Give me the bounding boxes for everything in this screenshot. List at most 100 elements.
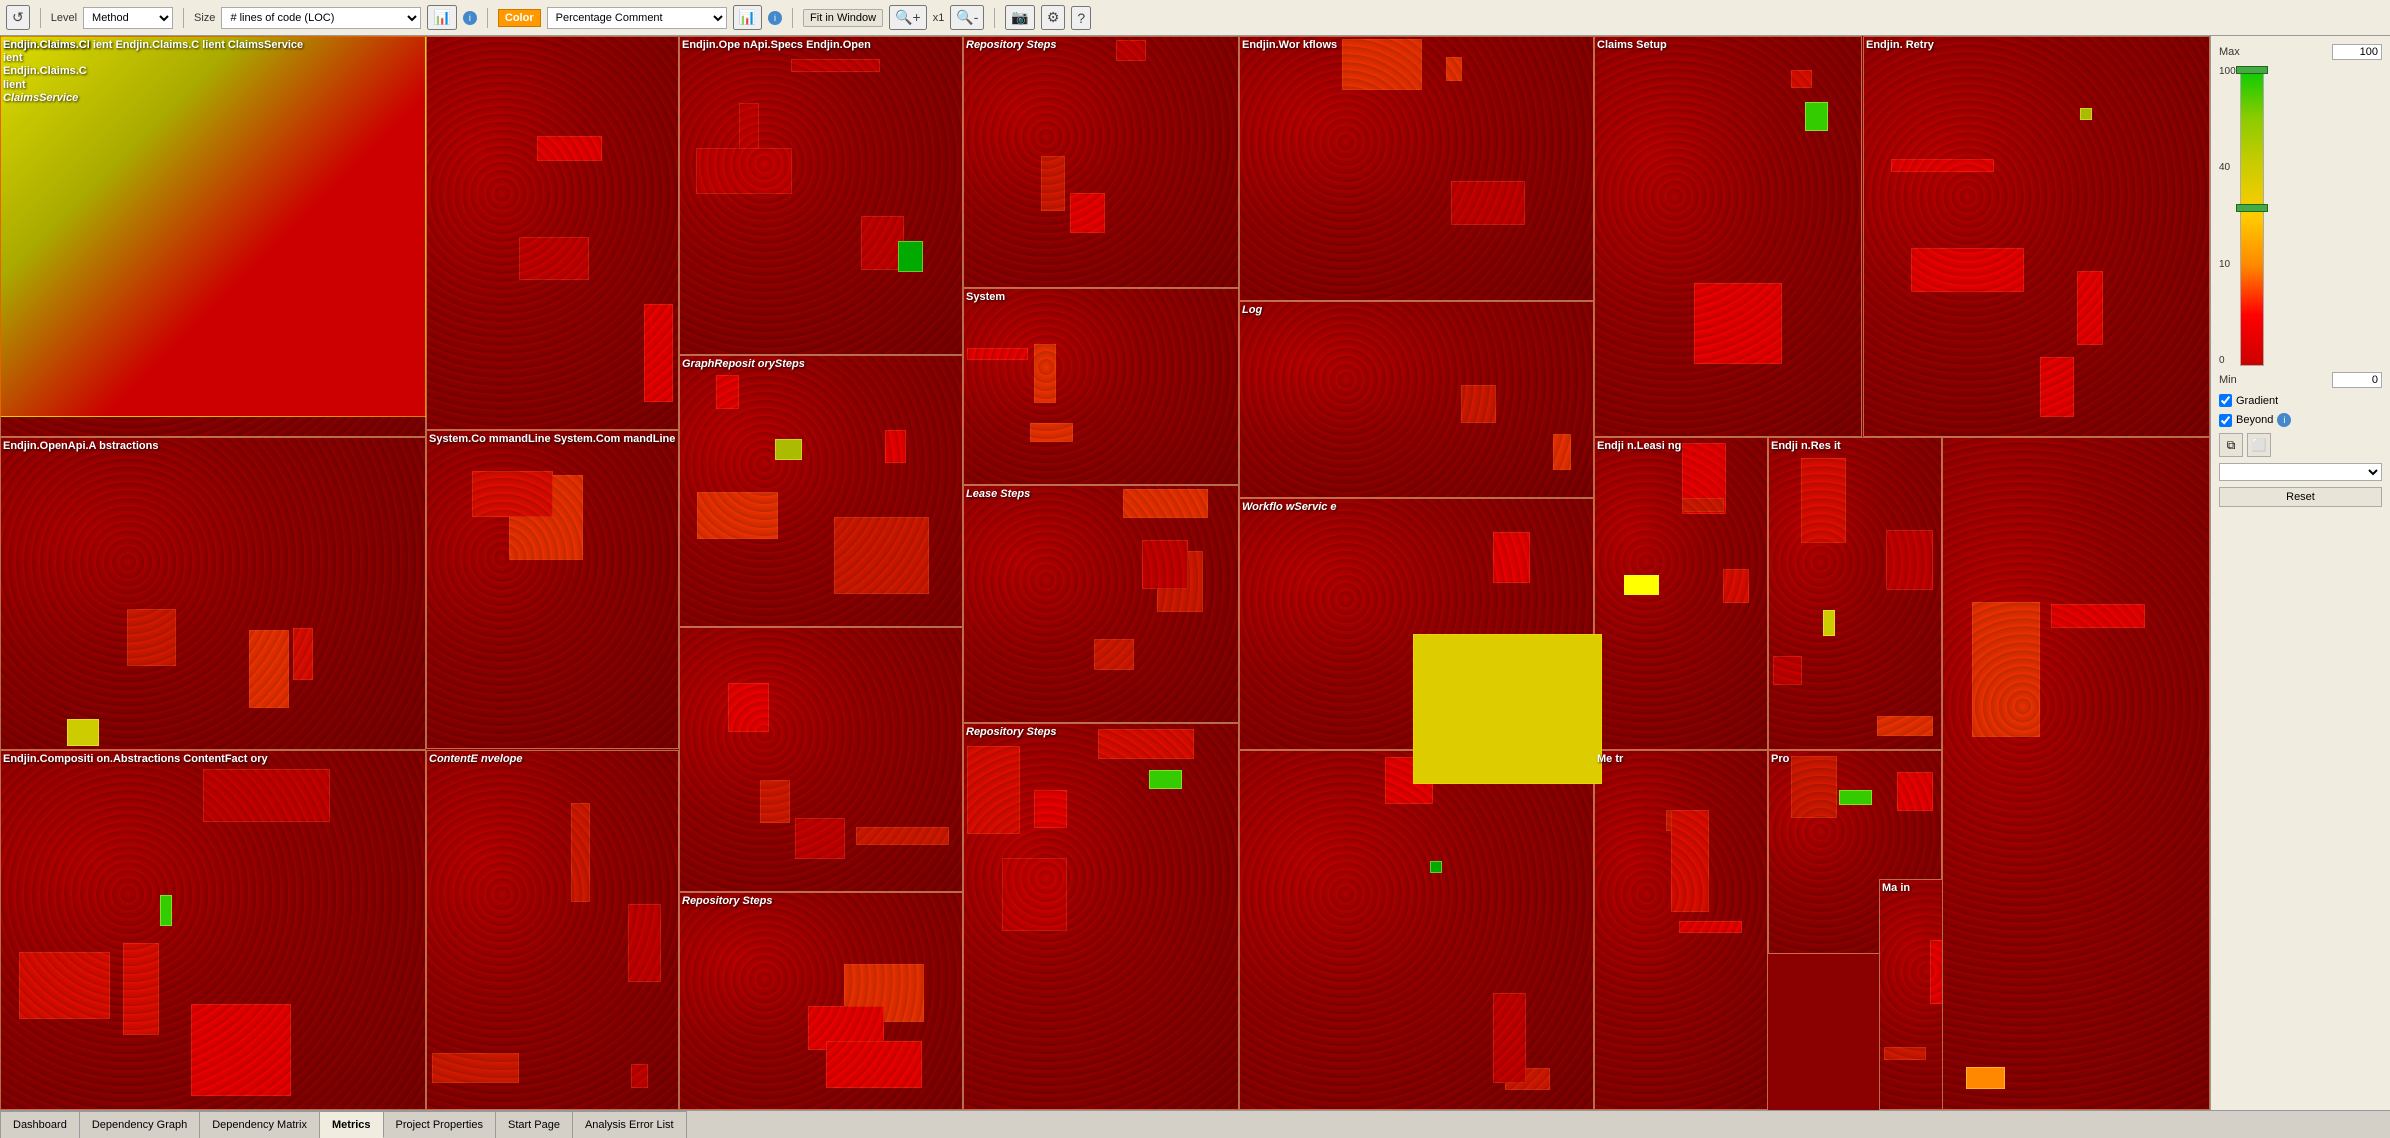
cell-label-openapi-specs: Endjin.Ope nApi.Specs Endjin.Open bbox=[682, 39, 871, 52]
treemap-cell-lease-steps[interactable]: Lease Steps bbox=[963, 485, 1239, 723]
sub-cell bbox=[1694, 283, 1781, 364]
treemap-cell-col4-bottom2[interactable]: Repository Steps bbox=[679, 892, 963, 1110]
treemap-cell-col4-bottom1[interactable] bbox=[679, 627, 963, 892]
zoom-in-button[interactable]: 🔍+ bbox=[889, 5, 927, 30]
treemap-cell-repository-steps-main[interactable]: Repository Steps bbox=[963, 36, 1239, 288]
accent-cell bbox=[1430, 861, 1442, 873]
camera-button[interactable]: 📷 bbox=[1005, 5, 1034, 30]
size-bar-chart-icon[interactable]: 📊 bbox=[427, 5, 456, 30]
reset-button[interactable]: Reset bbox=[2219, 487, 2382, 507]
help-button[interactable]: ? bbox=[1071, 6, 1091, 30]
cell-label-endjin-retry: Endjin. Retry bbox=[1866, 39, 1934, 52]
size-select[interactable]: # lines of code (LOC) bbox=[221, 7, 421, 29]
mid-slider-handle[interactable] bbox=[2236, 204, 2268, 212]
min-input[interactable] bbox=[2332, 372, 2382, 388]
max-input[interactable] bbox=[2332, 44, 2382, 60]
beyond-info-icon[interactable]: i bbox=[2277, 413, 2291, 427]
accent-cell bbox=[160, 895, 172, 926]
sub-cell bbox=[760, 780, 790, 823]
treemap-cell-openapi-abstractions[interactable]: Endjin.OpenApi.A bstractions bbox=[0, 437, 426, 750]
fit-window-button[interactable]: Fit in Window bbox=[803, 9, 883, 27]
sub-cell bbox=[795, 818, 845, 858]
sub-cell bbox=[834, 517, 929, 594]
accent-cell bbox=[67, 719, 99, 746]
treemap-cell-composition-abstractions[interactable]: Endjin.Compositi on.Abstractions Content… bbox=[0, 750, 426, 1110]
treemap-cell-endjin-leasing[interactable]: Endji n.Leasi ng bbox=[1594, 437, 1768, 750]
treemap-cell-workflows[interactable]: Endjin.Wor kflows bbox=[1239, 36, 1594, 301]
level-select[interactable]: Method bbox=[83, 7, 173, 29]
sub-cell bbox=[697, 492, 779, 540]
treemap-cell-claims-setup[interactable]: Claims Setup bbox=[1594, 36, 1862, 437]
sub-cell bbox=[1679, 921, 1742, 933]
tab-start-page[interactable]: Start Page bbox=[496, 1111, 573, 1138]
beyond-checkbox[interactable] bbox=[2219, 414, 2232, 427]
separator3 bbox=[487, 8, 488, 28]
cell-label-content-envelope: ContentE nvelope bbox=[429, 753, 523, 766]
workflow-yellow-patch bbox=[1413, 634, 1602, 784]
treemap-cell-openapi-specs[interactable]: Endjin.Ope nApi.Specs Endjin.Open bbox=[679, 36, 963, 355]
sub-cell bbox=[1553, 434, 1571, 470]
sub-cell bbox=[1123, 489, 1208, 518]
sub-cell bbox=[1884, 1047, 1925, 1060]
sub-cell bbox=[1671, 810, 1709, 912]
sub-cell bbox=[856, 827, 948, 845]
range-40: 40 bbox=[2219, 162, 2236, 173]
right-panel: Max 100 40 10 0 Min Gradient bbox=[2210, 36, 2390, 1110]
cell-label-workflows: Endjin.Wor kflows bbox=[1242, 39, 1337, 52]
treemap-cell-endjin-retry[interactable]: Endjin. Retry bbox=[1863, 36, 2210, 437]
sub-cell bbox=[1493, 532, 1531, 583]
paste-icon-btn[interactable]: ⬜ bbox=[2247, 433, 2271, 457]
color-bar-chart-icon[interactable]: 📊 bbox=[733, 5, 762, 30]
sub-cell bbox=[519, 237, 589, 280]
tab-analysis-error-list[interactable]: Analysis Error List bbox=[573, 1111, 687, 1138]
sub-cell bbox=[1791, 70, 1811, 88]
sub-cell bbox=[1886, 530, 1933, 591]
gradient-checkbox[interactable] bbox=[2219, 394, 2232, 407]
sub-cell bbox=[1773, 656, 1802, 685]
tab-dependency-graph[interactable]: Dependency Graph bbox=[80, 1111, 200, 1138]
sub-cell bbox=[1682, 498, 1724, 512]
treemap-cell-right-section[interactable] bbox=[1942, 437, 2210, 1110]
sub-cell bbox=[293, 628, 314, 680]
copy-icon-btn[interactable]: ⧉ bbox=[2219, 433, 2243, 457]
sub-cell bbox=[1142, 540, 1188, 589]
treemap-cell-col5-bottom[interactable]: Repository Steps bbox=[963, 723, 1239, 1110]
level-label: Level bbox=[51, 12, 77, 24]
treemap-cell-metr[interactable]: Me tr bbox=[1594, 750, 1768, 1110]
sub-cell bbox=[728, 683, 769, 732]
tab-dependency-matrix[interactable]: Dependency Matrix bbox=[200, 1111, 320, 1138]
color-scheme-select[interactable] bbox=[2219, 463, 2382, 481]
tab-dashboard[interactable]: Dashboard bbox=[0, 1111, 80, 1138]
treemap-cell-log[interactable]: Log bbox=[1239, 301, 1594, 498]
tab-metrics[interactable]: Metrics bbox=[320, 1111, 384, 1138]
treemap-cell-graph-repo-steps[interactable]: GraphReposit orySteps bbox=[679, 355, 963, 627]
sub-cell bbox=[203, 769, 331, 822]
treemap-cell-system-commandline[interactable]: System.Co mmandLine System.Com mandLine bbox=[426, 430, 679, 749]
cell-label-repository-steps-main: Repository Steps bbox=[966, 39, 1056, 52]
max-slider-handle[interactable] bbox=[2236, 66, 2268, 74]
sub-cell bbox=[1791, 756, 1837, 817]
toolbar: ↺ Level Method Size # lines of code (LOC… bbox=[0, 0, 2390, 36]
size-info-icon[interactable]: i bbox=[463, 11, 477, 25]
treemap-area[interactable]: Endjin.Claims.Cl ient Endjin.Claims.C li… bbox=[0, 36, 2210, 1110]
refresh-button[interactable]: ↺ bbox=[6, 5, 30, 30]
zoom-out-button[interactable]: 🔍- bbox=[950, 5, 984, 30]
treemap-cell-col6-bottom[interactable] bbox=[1239, 750, 1594, 1110]
color-select[interactable]: Percentage Comment bbox=[547, 7, 727, 29]
cell-label-lease-steps: Lease Steps bbox=[966, 488, 1030, 501]
color-info-icon[interactable]: i bbox=[768, 11, 782, 25]
tab-project-properties[interactable]: Project Properties bbox=[384, 1111, 496, 1138]
range-10: 10 bbox=[2219, 259, 2236, 270]
sub-cell bbox=[696, 148, 793, 194]
treemap-cell-system[interactable]: System bbox=[963, 288, 1239, 485]
treemap-cell-content-envelope[interactable]: ContentE nvelope bbox=[426, 750, 679, 1110]
treemap-cell-endjin-reset[interactable]: Endji n.Res it bbox=[1768, 437, 1942, 750]
settings-button[interactable]: ⚙ bbox=[1041, 5, 1066, 30]
yellow-patch-claims: Endjin.Claims.ClientEndjin.Claims.Client… bbox=[0, 36, 426, 417]
cell-label-main: Ma in bbox=[1882, 882, 1910, 895]
accent-cell bbox=[1624, 575, 1658, 595]
accent-cell bbox=[1805, 102, 1828, 131]
sub-cell bbox=[967, 348, 1028, 360]
treemap-cell-col2-top[interactable] bbox=[426, 36, 679, 430]
sub-cell bbox=[1723, 569, 1749, 603]
